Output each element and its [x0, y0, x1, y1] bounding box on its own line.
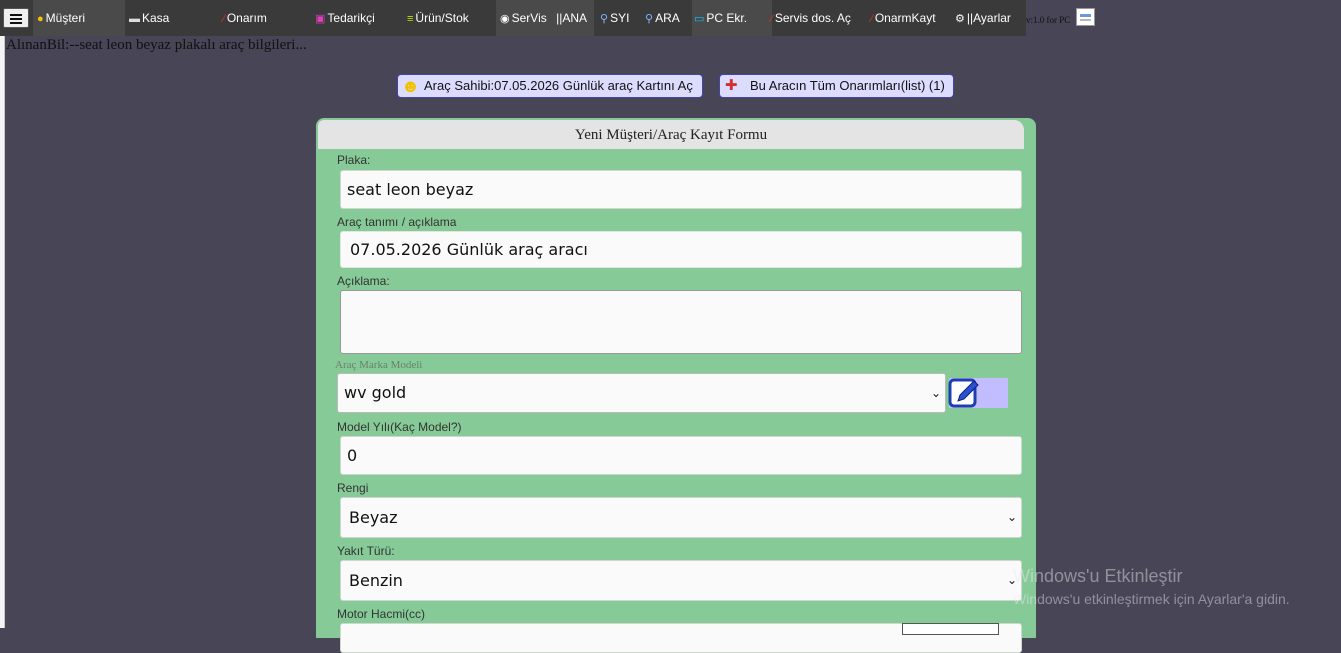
owner-card-button[interactable]: ☻ Araç Sahibi:07.05.2026 Günlük araç Kar…: [397, 74, 703, 98]
nav-label: Tedarikçi: [327, 11, 375, 25]
nav-item-musteri[interactable]: ● Müşteri: [33, 0, 125, 36]
chevron-down-icon: ⌄: [1006, 510, 1017, 524]
nav-item-urun-stok[interactable]: ≡ Ürün/Stok: [407, 0, 469, 36]
motor-label: Motor Hacmi(cc): [337, 607, 426, 621]
tanim-value: 07.05.2026 Günlük araç aracı: [350, 240, 588, 259]
plaka-value: seat leon beyaz: [347, 180, 474, 199]
marka-value: wv gold: [344, 383, 407, 402]
form-title: Yeni Müşteri/Araç Kayıt Formu: [318, 120, 1024, 149]
nav-label: Ürün/Stok: [415, 11, 469, 25]
nav-label: PC Ekr.: [706, 11, 748, 25]
nav-label: OnarmKayt: [874, 11, 936, 25]
yakit-select[interactable]: Benzin ⌄: [340, 560, 1022, 601]
hamburger-icon: [10, 14, 22, 16]
nav-label: Kasa: [142, 11, 170, 25]
yakit-label: Yakıt Türü:: [337, 544, 395, 558]
supplier-icon: ▣: [315, 13, 326, 25]
pencil-edit-icon: [948, 378, 979, 408]
wrench-plus-icon: ✚: [725, 77, 738, 94]
info-line: AlınanBil:--seat leon beyaz plakalı araç…: [6, 37, 307, 53]
hamburger-menu-button[interactable]: [3, 8, 29, 28]
yakit-value: Benzin: [349, 571, 403, 590]
monitor-icon: ▭: [694, 13, 705, 25]
nav-item-ana[interactable]: ||ANA: [556, 11, 587, 25]
activation-watermark-text: Windows'u etkinleştirmek için Ayarlar'a …: [1013, 591, 1290, 607]
app-logo: [1076, 8, 1095, 26]
hamburger-icon-line: [10, 18, 22, 20]
renk-select[interactable]: Beyaz ⌄: [340, 497, 1022, 538]
nav-label: SYI: [610, 11, 630, 25]
chevron-down-icon: ⌄: [930, 386, 941, 400]
model-yili-value: 0: [347, 446, 358, 465]
nav-label: Onarım: [226, 11, 267, 25]
hamburger-icon-line: [10, 22, 22, 24]
cash-register-icon: ▬: [129, 13, 140, 25]
tanim-label: Araç tanımı / açıklama: [337, 215, 457, 229]
renk-value: Beyaz: [349, 508, 398, 527]
all-repairs-button[interactable]: ✚ Bu Aracın Tüm Onarımları(list) (1): [719, 74, 954, 98]
marka-select[interactable]: wv gold ⌄: [337, 373, 946, 413]
top-navigation-bar: ● Müşteri ▬ Kasa ∕ Onarım ▣ Tedarikçi ≡ Ürün/…: [0, 0, 1341, 36]
aciklama-textarea[interactable]: [340, 290, 1022, 354]
left-edge-divider: [4, 36, 5, 628]
nav-item-onarim[interactable]: ∕ Onarım: [223, 0, 267, 36]
cart-icon: ≡: [407, 13, 414, 25]
nav-label: SerVis: [511, 11, 547, 25]
nav-item-syi[interactable]: ⚲ SYI: [600, 0, 629, 36]
model-yili-label: Model Yılı(Kaç Model?): [337, 420, 462, 434]
registration-form: Yeni Müşteri/Araç Kayıt Formu Plaka: sea…: [316, 118, 1036, 653]
gear-icon: ⚙: [955, 13, 965, 25]
wrench-icon: ∕: [871, 13, 873, 25]
nav-item-kasa[interactable]: ▬ Kasa: [129, 0, 169, 36]
plaka-label: Plaka:: [337, 153, 371, 167]
renk-label: Rengi: [337, 481, 369, 495]
search-icon: ⚲: [600, 13, 609, 25]
nav-item-tedarikci[interactable]: ▣ Tedarikçi: [315, 0, 375, 36]
search-icon: ⚲: [645, 13, 654, 25]
edit-marka-button[interactable]: [948, 378, 1008, 408]
nav-label: Müşteri: [45, 11, 85, 25]
nav-menu: ● Müşteri ▬ Kasa ∕ Onarım ▣ Tedarikçi ≡ Ürün/…: [0, 0, 1026, 36]
nav-label: Servis dos. Aç: [774, 11, 851, 25]
all-repairs-label: Bu Aracın Tüm Onarımları(list) (1): [750, 78, 945, 93]
plaka-input[interactable]: seat leon beyaz: [340, 170, 1022, 209]
tanim-input[interactable]: 07.05.2026 Günlük araç aracı: [340, 231, 1022, 268]
activation-watermark-title: Windows'u Etkinleştir: [1013, 566, 1183, 586]
nav-label: ARA: [655, 11, 680, 25]
nav-item-pc-ekr[interactable]: ▭ PC Ekr.: [692, 0, 772, 36]
aciklama-label: Açıklama:: [337, 274, 390, 288]
person-icon: ☻: [401, 76, 420, 96]
version-label: v:1.0 for PC: [1026, 15, 1071, 25]
owner-card-label: Araç Sahibi:07.05.2026 Günlük araç Kartı…: [424, 78, 693, 93]
model-yili-input[interactable]: 0: [340, 436, 1022, 475]
service-icon: ◉: [500, 13, 510, 25]
tooltip-fragment: [902, 623, 999, 635]
nav-item-onarmkayt[interactable]: ∕ OnarmKayt: [871, 0, 936, 36]
wrench-icon: ∕: [771, 13, 773, 25]
nav-item-ara[interactable]: ⚲ ARA: [645, 0, 680, 36]
person-icon: ●: [37, 13, 44, 25]
wrench-icon: ∕: [223, 13, 225, 25]
nav-label: ||Ayarlar: [966, 11, 1011, 25]
nav-item-servis[interactable]: ◉ SerVis ||ANA: [496, 0, 594, 36]
marka-label: Araç Marka Modeli: [335, 359, 423, 371]
nav-item-ayarlar[interactable]: ⚙ ||Ayarlar: [955, 0, 1011, 36]
nav-item-servis-dos-ac[interactable]: ∕ Servis dos. Aç: [771, 0, 851, 36]
